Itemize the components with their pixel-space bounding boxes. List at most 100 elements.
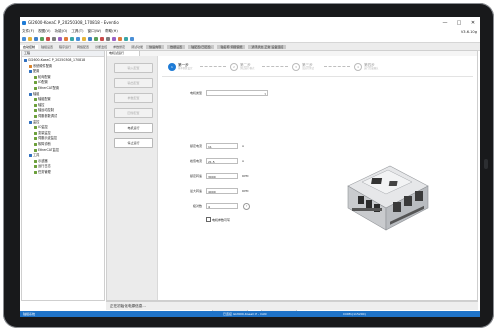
save-as-icon[interactable] [40,36,44,41]
menu-window[interactable]: 窗口(W) [88,29,102,34]
output-config-button[interactable]: 输出配置 [114,78,153,88]
close-button[interactable]: ✕ [466,20,480,26]
tab-6[interactable]: 调试功能 [128,45,146,49]
online-icon[interactable] [94,36,98,41]
tree-item[interactable]: 伺服参数调试 [34,114,57,119]
tree-node-icon [29,92,32,96]
tab-10[interactable]: 轴名称 伺服使能 [217,44,246,49]
rated-current-input[interactable]: 11 [206,143,238,149]
step-1: 1 第一步 基本参数设定 [168,63,192,71]
tree-item-label: 任务管理 [38,170,51,174]
tree-node-icon [34,126,37,130]
menu-tools[interactable]: 工具(T) [71,29,83,34]
tree-item[interactable]: 轴运动控制 [34,108,54,113]
max-speed-input[interactable]: 4000 [206,188,238,194]
tab-11[interactable]: 通讯状态 正常 设备连接 [248,44,287,49]
input-config-button[interactable]: 输入配置 [114,63,153,73]
param-config-button[interactable]: 参数配置 [114,93,153,103]
tab-8[interactable]: 数据设置 [167,44,186,49]
tree-item[interactable]: IO监控 [34,125,48,130]
menu-function[interactable]: 功能(O) [55,29,68,34]
maximize-button[interactable]: □ [452,20,466,26]
monitor-icon[interactable] [118,36,122,41]
tree-item[interactable]: 工具 [29,153,39,158]
offline-icon[interactable] [100,36,104,41]
app-icon [22,20,26,25]
project-tree-panel: 工程 GI2600-KoeaC P_20250308_170818 系统硬件配置配… [21,50,105,301]
tab-4[interactable]: 诊断监控 [92,45,110,49]
redo-icon[interactable] [70,36,74,41]
step-2-subtitle: 测试运行模式 [240,67,255,70]
step-3-subtitle: 试运行测试 [302,67,314,70]
tree-item[interactable]: GI2600-KoeaC P_20250308_170818 [24,58,85,63]
tab-2[interactable]: 程序运行 [56,45,74,49]
tree-item[interactable]: 系统硬件配置 [29,64,52,69]
tree-item[interactable]: 伺服示波监控 [34,136,57,141]
motor-type-select[interactable]: ▾ [206,90,268,96]
tree-item[interactable]: 配置 [29,69,39,74]
tree-node-icon [34,98,37,102]
homing-config-button[interactable]: 回零配置 [114,108,153,118]
tree-item-label: 系统硬件配置 [33,63,53,68]
stop-run-button[interactable]: 停止运行 [114,138,153,148]
paste-icon[interactable] [58,36,62,41]
peak-current-input[interactable]: 21.5 [206,158,238,164]
version-label: V3.6.10g [460,29,477,34]
menu-help[interactable]: 帮助(H) [105,29,118,34]
tree-item[interactable]: IO配置 [34,80,48,85]
step-2-number: 2 [230,63,238,71]
tab-0[interactable]: 启动控制 [20,44,39,49]
rated-speed-input[interactable]: 3000 [206,173,238,179]
tab-7[interactable]: 快速向导 [146,44,165,49]
tablet-frame: GI2600-KoeaC P_20250308_170818 - Eventio… [3,3,494,328]
help-icon[interactable]: ? [243,203,250,210]
open-folder-icon[interactable] [28,36,32,41]
tab-1[interactable]: 轴组设置 [38,45,56,49]
tree-node-icon [34,143,37,146]
download-icon[interactable] [82,36,86,41]
copy-icon[interactable] [52,36,56,41]
minimize-button[interactable]: — [438,20,452,26]
run-icon[interactable] [106,36,110,41]
tree-item[interactable]: 故障诊断 [34,142,51,147]
undo-icon[interactable] [64,36,68,41]
settings-icon[interactable] [124,36,128,41]
help-icon[interactable] [130,36,134,41]
checkbox-box[interactable] [206,217,211,222]
tree-item-label: IO监控 [38,125,48,130]
tab-9[interactable]: 轴配置(已配置) [188,44,215,49]
tree-item[interactable]: EtherCAT监控 [34,148,59,153]
tree-item[interactable]: 运行日志 [34,164,51,169]
tab-3[interactable]: 网络配置 [74,45,92,49]
pole-pairs-input[interactable]: 4 [206,203,238,209]
step-4: 4 第四步 运行完成确认 [354,63,378,71]
menu-file[interactable]: 文件(F) [22,29,34,34]
tree-item[interactable]: 轴组配置 [34,97,51,102]
tree-item[interactable]: 监控 [29,120,39,125]
tab-5[interactable]: 参数整定 [110,45,128,49]
save-icon[interactable] [34,36,38,41]
tree-item[interactable]: 轴组 [29,92,39,97]
motor-param-writable-checkbox[interactable]: 电机参数可写 [206,217,230,222]
tree-item-label: 故障诊断 [38,142,51,146]
tree-item[interactable]: EtherCAT配置 [34,86,59,91]
tree-item-label: 配置 [33,69,40,74]
action-button-column: 输入配置 输出配置 参数配置 回零配置 电机运行 停止运行 [107,56,158,300]
wizard-panel: 1 第一步 基本参数设定 2 第二步 测试运行模式 3 第三步 试运行测试 4 … [158,56,477,312]
step-3-number: 3 [292,63,300,71]
stop-icon[interactable] [112,36,116,41]
status-connection: 已连接 GI2600-KoeaC P - CAN [223,312,267,316]
cut-icon[interactable] [46,36,50,41]
tree-node-icon [34,81,37,85]
status-bar: 轴组系统 已连接 GI2600-KoeaC P - CAN COM1(11520… [20,311,480,317]
tree-item[interactable]: 任务管理 [34,170,51,175]
upload-icon[interactable] [88,36,92,41]
max-speed-label: 最大转速 [189,189,202,193]
compile-icon[interactable] [76,36,80,41]
motor-run-button[interactable]: 电机运行 [114,123,153,133]
camera-dot [484,159,488,169]
menu-view[interactable]: 视图(V) [38,29,50,34]
tree-item-label: 工具 [33,153,40,158]
new-file-icon[interactable] [22,36,26,41]
tree-node-icon [29,64,32,68]
